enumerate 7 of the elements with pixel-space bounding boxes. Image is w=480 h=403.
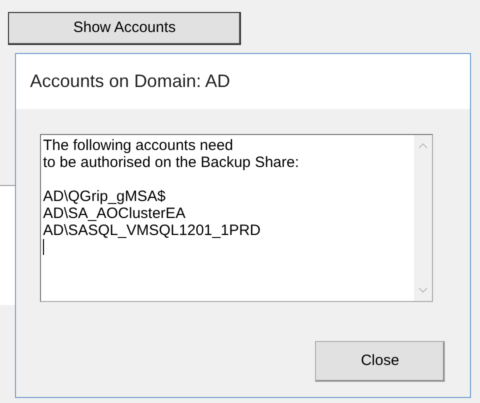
dialog-title: Accounts on Domain: AD — [30, 70, 230, 93]
show-accounts-button[interactable]: Show Accounts — [8, 12, 241, 45]
scroll-down-icon[interactable] — [418, 287, 428, 293]
scroll-up-icon[interactable] — [418, 143, 428, 149]
close-button[interactable]: Close — [315, 341, 445, 382]
text-cursor — [43, 239, 44, 255]
scrollbar[interactable] — [414, 135, 432, 301]
